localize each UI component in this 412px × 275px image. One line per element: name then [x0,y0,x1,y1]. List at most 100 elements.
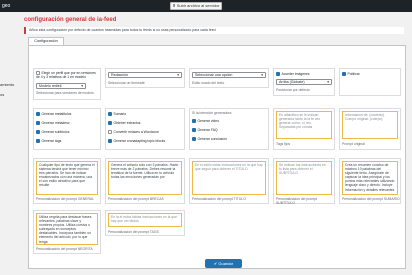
tags-prompt-box: En la el estos tablas instrucciones en l… [105,210,185,236]
publish-checkbox-row[interactable]: Publicar [342,72,360,77]
extras-checkbox-4[interactable] [108,139,112,144]
subtitle-prompt-textarea[interactable]: Se indican tus instrucciones en tu lista… [276,161,332,195]
intent-checkbox-3[interactable] [192,137,196,142]
tone-select[interactable]: Redacción ▾ [108,72,182,78]
extras-row-2[interactable]: Obtener extractos [108,121,141,126]
title-prompt-textarea[interactable]: En el estilo estás instrucciones en la q… [192,161,266,195]
extras-box: Sumario Obtener extractos Convertir enla… [105,108,185,150]
publish-box: Publicar [339,68,401,96]
model-note-text: Elegir un perfil que por en versiones de… [36,71,96,80]
general-prompt-textarea[interactable]: Cualquier tipo de texto que genera el si… [36,161,98,195]
intent-label-3: Generar conclusión [197,137,227,141]
bold-prompt-textarea[interactable]: Utiliza negrita para destacar frases rel… [36,213,98,245]
meta-checkbox-3[interactable] [36,130,40,135]
extras-label-4: Generar cronadapting topic blocks [113,139,166,143]
intent-title: Si la intención generadora [192,111,232,115]
position-hint: Posicionar por defecto [276,88,310,92]
extras-label-1: Sumario [113,112,127,116]
meta-label-1: Generar metatitulos [41,112,72,116]
meta-row-4[interactable]: Generar tags [36,139,62,144]
intent-checkbox-1[interactable] [192,119,196,124]
model-box: Elegir un perfil que por en versiones de… [33,68,101,100]
extras-checkbox-1[interactable] [108,112,112,117]
summary-prompt-label: Personalización del prompt SUMARIO [342,197,400,201]
intent-row-3[interactable]: Generar conclusión [192,137,227,142]
meta-row-1[interactable]: Generar metatitulos [36,112,72,117]
tone-select-value: Redacción [111,73,128,77]
intent-label-1: Generar video [197,119,220,123]
tone-box: Redacción ▾ Seleccionar un tlrrneade [105,68,185,88]
chevron-down-icon: ▾ [261,73,263,77]
meta-box: Generar metatitulos Generar metadesc Gen… [33,108,101,150]
model-select-value: Modelo rediell [39,84,62,88]
meta-label-2: Generar metadesc [41,121,70,125]
publish-label: Publicar [347,72,360,76]
meta-row-2[interactable]: Generar metadesc [36,121,70,126]
sidebar-item-2[interactable]: os [0,92,4,97]
subtitle-prompt-box: Se indican tus instrucciones en tu lista… [273,158,335,205]
admin-sidebar: amiento os [0,12,20,275]
brecas-prompt-textarea[interactable]: Genera el artículo sólo con 3 párrafos. … [108,161,182,195]
meta-checkbox-1[interactable] [36,112,40,117]
extras-row-1[interactable]: Sumario [108,112,127,117]
model-hint: Seleccionar para versiones de modelo [36,91,94,95]
extras-label-2: Obtener extractos [113,121,141,125]
publish-checkbox[interactable] [342,72,346,77]
intent-row-1[interactable]: Generar video [192,119,220,124]
tags-prompt-label: Personalización del prompt TAGS [108,230,159,234]
title-prompt-label: Personalización del prompt TITULO [192,197,246,201]
extras-checkbox-3[interactable] [108,130,112,135]
extras-checkbox-2[interactable] [108,121,112,126]
title-prompt-box: En el estilo estás instrucciones en la q… [189,158,269,204]
brecas-prompt-label: Personalización del prompt BRECAS [108,197,164,201]
subtitle-prompt-label: Personalización del prompt SUBTÍTULO [276,197,317,205]
original-prompt-label: Prompt original [342,142,365,146]
settings-panel: Elegir un perfil que por en versiones de… [28,45,406,269]
general-prompt-label: Personalización del prompt GENERAL [36,197,95,201]
upload-label: Subir archivo al servidor [176,3,220,8]
intent-row-2[interactable]: Generar FAQ [192,128,218,133]
position-select[interactable]: Arriba (Globate) ▾ [276,79,332,85]
intent-label-2: Generar FAQ [197,128,218,132]
main-content: configuración general de ia-feed Añica e… [20,12,412,275]
extras-row-3[interactable]: Convertir enlaces a Wordcove [108,130,159,135]
save-button[interactable]: ✔ Guardar [205,259,242,268]
tags-prompt-textarea[interactable]: En la el estos tablas instrucciones en l… [108,213,182,227]
upload-file-button[interactable]: ⬆Subir archivo al servidor [170,2,222,10]
meta-label-4: Generar tags [41,139,62,143]
site-logo[interactable]: geo [2,3,10,9]
images-checkbox-row[interactable]: Acceder imágenes [276,72,310,77]
upload-icon: ⬆ [172,3,176,8]
images-box: Acceder imágenes Arriba (Globate) ▾ Posic… [273,68,335,96]
original-prompt-textarea[interactable]: Información de: {contexto} Cuerpo origin… [342,111,398,139]
save-label: Guardar [218,261,234,266]
option-select-value: Seleccionar una opción [195,73,233,77]
fixed-tags-textarea[interactable]: En alfabético se le indican generador ta… [276,111,332,139]
images-checkbox[interactable] [276,72,280,77]
model-note-row[interactable]: Elegir un perfil que por en versiones de… [36,71,100,79]
intent-checkbox-2[interactable] [192,128,196,133]
tone-hint: Seleccionar un tlrrneade [108,81,145,85]
option-select[interactable]: Seleccionar una opción ▾ [192,72,266,78]
sidebar-item-1[interactable]: amiento [0,82,14,87]
extras-label-3: Convertir enlaces a Wordcove [113,130,159,134]
summary-prompt-textarea[interactable]: Crea un resumen conciso de máximo 10 pal… [342,161,398,195]
brecas-prompt-box: Genera el artículo sólo con 3 párrafos. … [105,158,185,204]
option-box: Seleccionar una opción ▾ Estilo usado del… [189,68,269,88]
position-select-value: Arriba (Globate) [279,80,305,84]
tab-configuracion-superior[interactable]: Configuración superior [28,37,64,50]
page-title: configuración general de ia-feed [24,17,117,23]
model-select[interactable]: Modelo rediell ▾ [36,83,86,89]
meta-checkbox-2[interactable] [36,121,40,126]
chevron-down-icon: ▾ [177,73,179,77]
summary-prompt-box: Crea un resumen conciso de máximo 10 pal… [339,158,401,204]
fixed-tags-label: Tags fijos [276,142,291,146]
meta-row-3[interactable]: Generar subtítulos [36,130,70,135]
tags-box: En alfabético se le indican generador ta… [273,108,335,150]
original-prompt-box: Información de: {contexto} Cuerpo origin… [339,108,401,150]
option-hint: Estilo usado del texto [192,81,225,85]
extras-row-4[interactable]: Generar cronadapting topic blocks [108,139,166,144]
meta-label-3: Generar subtítulos [41,130,70,134]
meta-checkbox-4[interactable] [36,139,40,144]
intent-box: Si la intención generadora Generar video… [189,108,269,150]
